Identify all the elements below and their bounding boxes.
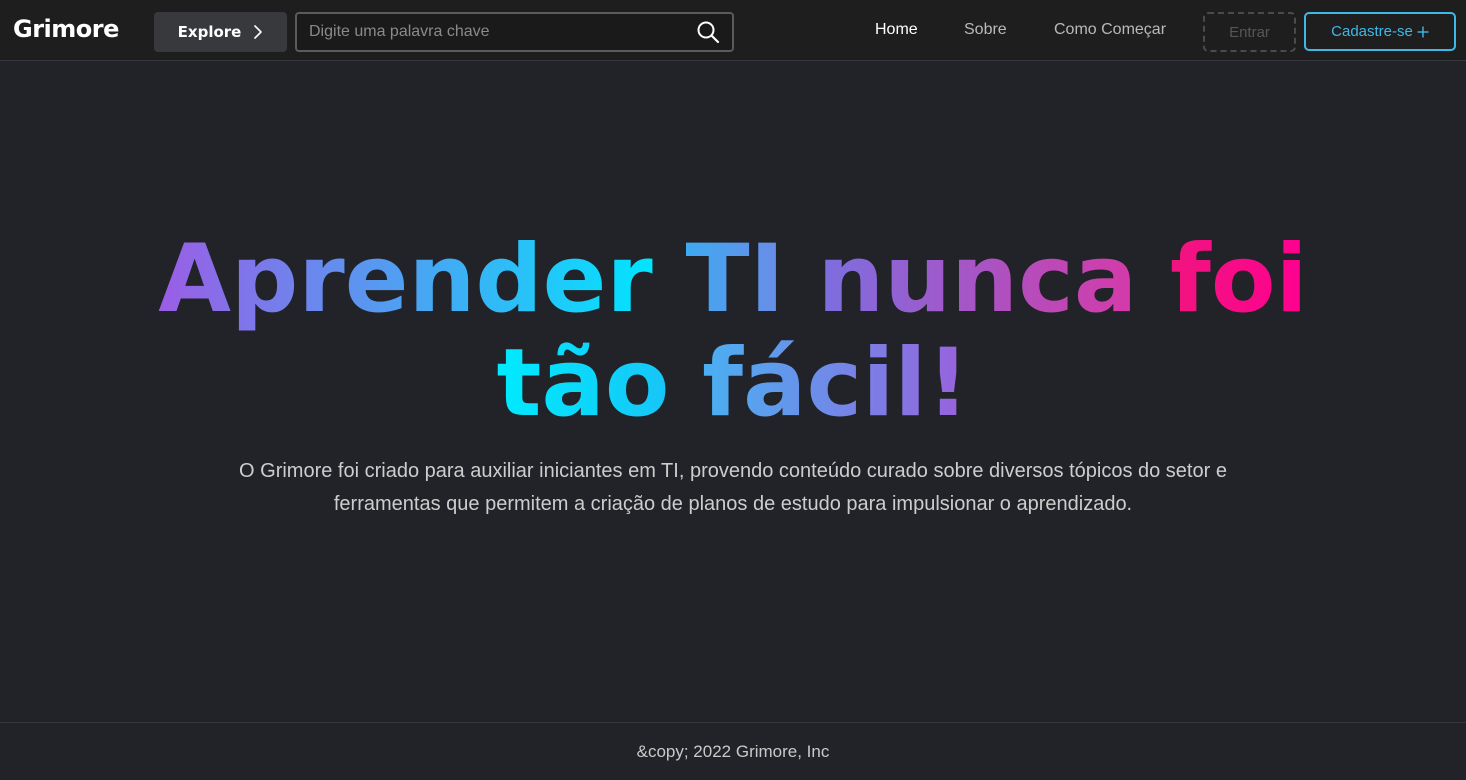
explore-label: Explore xyxy=(177,23,242,41)
logo[interactable]: Grimore xyxy=(13,15,119,43)
explore-button[interactable]: Explore xyxy=(154,12,287,52)
login-button[interactable]: Entrar xyxy=(1203,12,1296,52)
search-icon[interactable] xyxy=(696,20,720,44)
hero-description: O Grimore foi criado para auxiliar inici… xyxy=(239,460,1227,515)
search-bar xyxy=(295,12,734,52)
nav-sobre[interactable]: Sobre xyxy=(964,21,1007,39)
signup-label: Cadastre-se xyxy=(1331,23,1413,40)
nav-como-comecar[interactable]: Como Começar xyxy=(1054,21,1166,39)
hero-title-line-1: Aprender TI nunca foi xyxy=(0,228,1466,332)
hero-title-line-2: tão fácil! xyxy=(0,332,1466,436)
hero-word: TI xyxy=(685,225,785,334)
plus-icon xyxy=(1417,26,1429,38)
hero-word: foi xyxy=(1170,225,1308,334)
footer-copyright: &copy; 2022 Grimore, Inc xyxy=(636,742,830,761)
hero-word: Aprender xyxy=(158,225,653,334)
signup-button[interactable]: Cadastre-se xyxy=(1304,12,1456,51)
top-navbar: Grimore Explore Home Sobre Como Começar … xyxy=(0,0,1466,61)
login-label: Entrar xyxy=(1229,23,1270,41)
hero-word: nunca xyxy=(817,225,1138,334)
nav-home[interactable]: Home xyxy=(875,21,918,39)
chevron-right-icon xyxy=(253,24,263,40)
hero-word: fácil! xyxy=(702,329,970,438)
hero-title: Aprender TI nunca foi tão fácil! xyxy=(0,228,1466,436)
search-input[interactable] xyxy=(309,14,689,50)
hero-word: tão xyxy=(496,329,670,438)
footer: &copy; 2022 Grimore, Inc xyxy=(0,722,1466,780)
